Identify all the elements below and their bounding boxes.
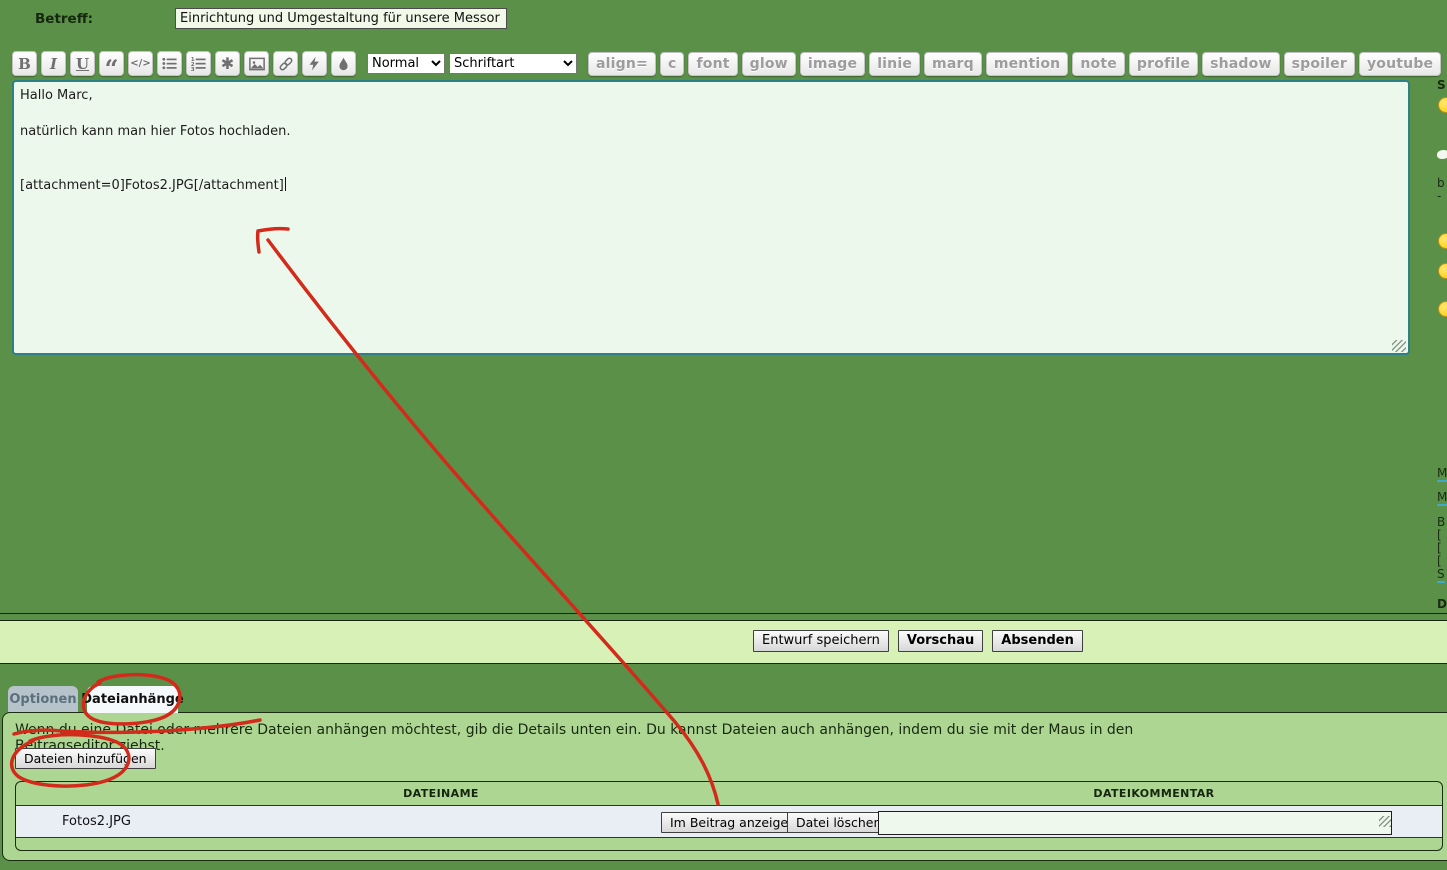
bbcode-font-button[interactable]: font <box>688 52 737 76</box>
bbcode-profile-button[interactable]: profile <box>1129 52 1198 76</box>
text-caret <box>285 177 286 191</box>
subject-label: Betreff: <box>35 11 93 27</box>
bbcode-image-button[interactable]: image <box>800 52 865 76</box>
comment-resize-handle[interactable] <box>1379 816 1391 827</box>
sidebar-link-fragment[interactable]: S <box>1437 567 1445 583</box>
submit-button[interactable]: Absenden <box>992 630 1083 652</box>
sidebar-fragment: D <box>1437 597 1447 611</box>
editor-line: Hallo Marc, <box>20 87 1402 105</box>
save-draft-button[interactable]: Entwurf speichern <box>753 630 889 652</box>
editor-line: natürlich kann man hier Fotos hochladen. <box>20 123 1402 141</box>
code-icon[interactable]: </> <box>128 51 153 76</box>
bbcode-c-button[interactable]: c <box>660 52 685 76</box>
unordered-list-icon[interactable] <box>157 51 182 76</box>
smiley-icon[interactable] <box>1438 233 1447 249</box>
attachments-table-header: DATEINAME DATEIKOMMENTAR <box>16 782 1442 805</box>
special-character-icon[interactable]: ✱ <box>215 51 240 76</box>
bbcode-shadow-button[interactable]: shadow <box>1202 52 1280 76</box>
sidebar-fragment: B <box>1437 515 1445 529</box>
attachments-panel: Wenn du eine Datei oder mehrere Dateien … <box>2 712 1447 861</box>
bbcode-marq-button[interactable]: marq <box>924 52 982 76</box>
font-dropdown[interactable]: Schriftart <box>449 53 577 74</box>
attachments-table: DATEINAME DATEIKOMMENTAR Fotos2.JPG Im B… <box>15 781 1443 851</box>
sidebar-fragment: - <box>1437 189 1441 203</box>
attachment-row: Fotos2.JPG Im Beitrag anzeigen Datei lös… <box>16 805 1442 838</box>
sidebar-fragment: [ <box>1437 554 1442 568</box>
filename-column-header: DATEINAME <box>16 787 866 800</box>
editor-toolbar: B I U “ </> 123 ✱ Normal Schriftart alig… <box>12 51 1441 76</box>
comment-column-header: DATEIKOMMENTAR <box>866 787 1442 800</box>
sidebar-link-fragment[interactable]: M <box>1437 490 1447 506</box>
bbcode-glow-button[interactable]: glow <box>742 52 796 76</box>
sidebar-fragment: [ <box>1437 541 1442 555</box>
tab-optionen[interactable]: Optionen <box>8 686 78 712</box>
editor-line: [attachment=0]Fotos2.JPG[/attachment] <box>20 177 1402 195</box>
file-comment-input[interactable] <box>878 811 1392 835</box>
color-droplet-icon[interactable] <box>331 51 356 76</box>
smiley-icon[interactable] <box>1438 263 1447 279</box>
bbcode-youtube-button[interactable]: youtube <box>1359 52 1441 76</box>
attachment-filename: Fotos2.JPG <box>62 814 131 829</box>
delete-file-button[interactable]: Datei löschen <box>787 812 890 833</box>
smiley-icon[interactable] <box>1438 301 1447 317</box>
bbcode-linie-button[interactable]: linie <box>869 52 920 76</box>
editor-line <box>20 141 1402 159</box>
sidebar-link-fragment[interactable]: M <box>1437 466 1447 482</box>
editor-line <box>20 159 1402 177</box>
link-icon[interactable] <box>273 51 298 76</box>
underline-icon[interactable]: U <box>70 51 95 76</box>
bbcode-mention-button[interactable]: mention <box>986 52 1069 76</box>
sidebar-fragment: [ <box>1437 528 1442 542</box>
image-icon[interactable] <box>244 51 269 76</box>
preview-button[interactable]: Vorschau <box>898 630 983 652</box>
divider-line <box>0 613 1447 614</box>
italic-icon[interactable]: I <box>41 51 66 76</box>
editor-line <box>20 105 1402 123</box>
smiley-icon[interactable] <box>1438 97 1447 113</box>
bold-icon[interactable]: B <box>12 51 37 76</box>
lightning-icon[interactable] <box>302 51 327 76</box>
bbcode-spoiler-button[interactable]: spoiler <box>1284 52 1355 76</box>
action-bar: Entwurf speichern Vorschau Absenden <box>0 620 1447 664</box>
ordered-list-icon[interactable]: 123 <box>186 51 211 76</box>
format-dropdown[interactable]: Normal <box>367 53 445 74</box>
quote-icon[interactable]: “ <box>99 51 124 76</box>
editor-resize-handle[interactable] <box>1392 340 1406 352</box>
attachments-info-text: Wenn du eine Datei oder mehrere Dateien … <box>15 722 1135 754</box>
post-editor-textarea[interactable]: Hallo Marc, natürlich kann man hier Foto… <box>12 80 1410 355</box>
clipped-icon[interactable] <box>1437 150 1447 159</box>
bbcode-align-button[interactable]: align= <box>588 52 656 76</box>
sidebar-fragment: S <box>1437 78 1446 92</box>
subject-input[interactable] <box>175 8 507 29</box>
tab-dateianhaenge[interactable]: Dateianhänge <box>87 686 178 713</box>
add-files-button[interactable]: Dateien hinzufügen <box>15 748 156 769</box>
sidebar-fragment: b <box>1437 176 1445 190</box>
bbcode-note-button[interactable]: note <box>1072 52 1125 76</box>
svg-text:3: 3 <box>191 67 195 72</box>
show-in-post-button[interactable]: Im Beitrag anzeigen <box>661 812 805 833</box>
